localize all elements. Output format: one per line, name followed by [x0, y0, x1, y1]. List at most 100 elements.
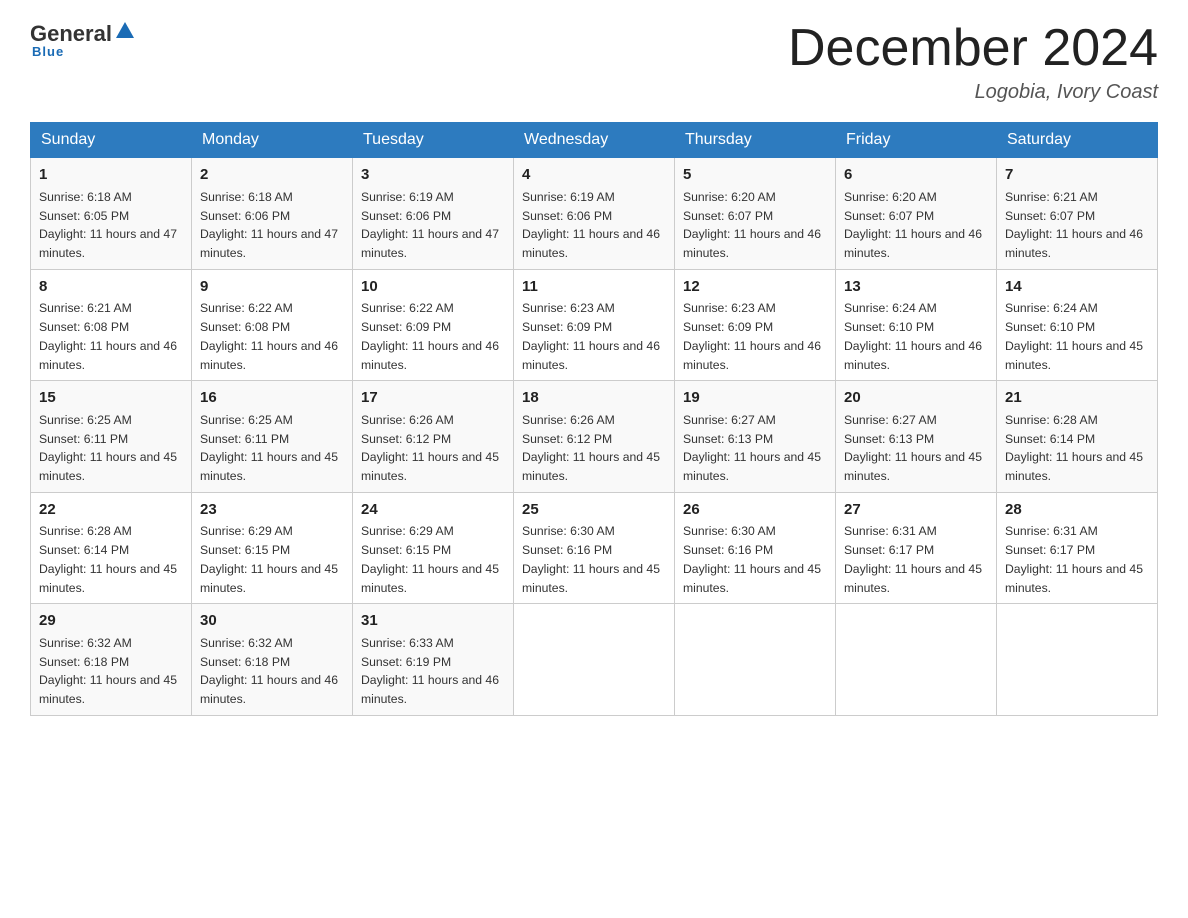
calendar-cell: 6 Sunrise: 6:20 AMSunset: 6:07 PMDayligh…	[836, 158, 997, 270]
day-number: 9	[200, 276, 344, 298]
day-number: 29	[39, 610, 183, 632]
day-info: Sunrise: 6:28 AMSunset: 6:14 PMDaylight:…	[1005, 413, 1143, 483]
calendar-cell: 31 Sunrise: 6:33 AMSunset: 6:19 PMDaylig…	[353, 604, 514, 716]
calendar-cell	[675, 604, 836, 716]
calendar-cell: 21 Sunrise: 6:28 AMSunset: 6:14 PMDaylig…	[997, 381, 1158, 493]
logo: General Blue	[30, 20, 136, 59]
day-info: Sunrise: 6:22 AMSunset: 6:08 PMDaylight:…	[200, 301, 338, 371]
header-saturday: Saturday	[997, 123, 1158, 158]
day-info: Sunrise: 6:21 AMSunset: 6:08 PMDaylight:…	[39, 301, 177, 371]
day-info: Sunrise: 6:24 AMSunset: 6:10 PMDaylight:…	[844, 301, 982, 371]
day-info: Sunrise: 6:28 AMSunset: 6:14 PMDaylight:…	[39, 524, 177, 594]
calendar-cell	[514, 604, 675, 716]
calendar-cell: 2 Sunrise: 6:18 AMSunset: 6:06 PMDayligh…	[192, 158, 353, 270]
day-info: Sunrise: 6:26 AMSunset: 6:12 PMDaylight:…	[361, 413, 499, 483]
day-info: Sunrise: 6:31 AMSunset: 6:17 PMDaylight:…	[1005, 524, 1143, 594]
calendar-cell: 8 Sunrise: 6:21 AMSunset: 6:08 PMDayligh…	[31, 269, 192, 381]
day-number: 7	[1005, 164, 1149, 186]
day-number: 2	[200, 164, 344, 186]
day-info: Sunrise: 6:27 AMSunset: 6:13 PMDaylight:…	[844, 413, 982, 483]
day-number: 31	[361, 610, 505, 632]
day-info: Sunrise: 6:33 AMSunset: 6:19 PMDaylight:…	[361, 636, 499, 706]
calendar-cell: 27 Sunrise: 6:31 AMSunset: 6:17 PMDaylig…	[836, 492, 997, 604]
day-info: Sunrise: 6:30 AMSunset: 6:16 PMDaylight:…	[683, 524, 821, 594]
day-info: Sunrise: 6:32 AMSunset: 6:18 PMDaylight:…	[39, 636, 177, 706]
calendar-cell: 25 Sunrise: 6:30 AMSunset: 6:16 PMDaylig…	[514, 492, 675, 604]
calendar-cell: 13 Sunrise: 6:24 AMSunset: 6:10 PMDaylig…	[836, 269, 997, 381]
calendar-header-row: Sunday Monday Tuesday Wednesday Thursday…	[31, 123, 1158, 158]
logo-triangle-icon	[114, 20, 136, 42]
day-info: Sunrise: 6:29 AMSunset: 6:15 PMDaylight:…	[361, 524, 499, 594]
calendar-cell: 23 Sunrise: 6:29 AMSunset: 6:15 PMDaylig…	[192, 492, 353, 604]
day-number: 26	[683, 499, 827, 521]
calendar-cell	[997, 604, 1158, 716]
calendar-cell: 18 Sunrise: 6:26 AMSunset: 6:12 PMDaylig…	[514, 381, 675, 493]
day-info: Sunrise: 6:23 AMSunset: 6:09 PMDaylight:…	[683, 301, 821, 371]
title-section: December 2024 Logobia, Ivory Coast	[788, 20, 1158, 104]
location: Logobia, Ivory Coast	[788, 81, 1158, 104]
logo-blue-text: Blue	[30, 44, 64, 59]
day-info: Sunrise: 6:27 AMSunset: 6:13 PMDaylight:…	[683, 413, 821, 483]
calendar-cell: 9 Sunrise: 6:22 AMSunset: 6:08 PMDayligh…	[192, 269, 353, 381]
day-number: 12	[683, 276, 827, 298]
header-tuesday: Tuesday	[353, 123, 514, 158]
calendar-week-row: 15 Sunrise: 6:25 AMSunset: 6:11 PMDaylig…	[31, 381, 1158, 493]
day-number: 24	[361, 499, 505, 521]
header-thursday: Thursday	[675, 123, 836, 158]
day-number: 22	[39, 499, 183, 521]
calendar-cell: 11 Sunrise: 6:23 AMSunset: 6:09 PMDaylig…	[514, 269, 675, 381]
header-wednesday: Wednesday	[514, 123, 675, 158]
calendar-cell: 4 Sunrise: 6:19 AMSunset: 6:06 PMDayligh…	[514, 158, 675, 270]
calendar-cell: 10 Sunrise: 6:22 AMSunset: 6:09 PMDaylig…	[353, 269, 514, 381]
header-sunday: Sunday	[31, 123, 192, 158]
day-info: Sunrise: 6:21 AMSunset: 6:07 PMDaylight:…	[1005, 190, 1143, 260]
calendar-week-row: 22 Sunrise: 6:28 AMSunset: 6:14 PMDaylig…	[31, 492, 1158, 604]
day-number: 20	[844, 387, 988, 409]
day-info: Sunrise: 6:31 AMSunset: 6:17 PMDaylight:…	[844, 524, 982, 594]
day-number: 30	[200, 610, 344, 632]
calendar-cell: 7 Sunrise: 6:21 AMSunset: 6:07 PMDayligh…	[997, 158, 1158, 270]
calendar-cell: 3 Sunrise: 6:19 AMSunset: 6:06 PMDayligh…	[353, 158, 514, 270]
day-number: 4	[522, 164, 666, 186]
day-number: 25	[522, 499, 666, 521]
calendar-week-row: 1 Sunrise: 6:18 AMSunset: 6:05 PMDayligh…	[31, 158, 1158, 270]
day-info: Sunrise: 6:26 AMSunset: 6:12 PMDaylight:…	[522, 413, 660, 483]
day-number: 16	[200, 387, 344, 409]
day-number: 21	[1005, 387, 1149, 409]
calendar-cell: 15 Sunrise: 6:25 AMSunset: 6:11 PMDaylig…	[31, 381, 192, 493]
day-info: Sunrise: 6:29 AMSunset: 6:15 PMDaylight:…	[200, 524, 338, 594]
calendar-cell: 16 Sunrise: 6:25 AMSunset: 6:11 PMDaylig…	[192, 381, 353, 493]
calendar-cell: 28 Sunrise: 6:31 AMSunset: 6:17 PMDaylig…	[997, 492, 1158, 604]
day-number: 14	[1005, 276, 1149, 298]
day-number: 19	[683, 387, 827, 409]
calendar-cell: 30 Sunrise: 6:32 AMSunset: 6:18 PMDaylig…	[192, 604, 353, 716]
day-number: 11	[522, 276, 666, 298]
calendar-week-row: 29 Sunrise: 6:32 AMSunset: 6:18 PMDaylig…	[31, 604, 1158, 716]
day-number: 13	[844, 276, 988, 298]
day-info: Sunrise: 6:24 AMSunset: 6:10 PMDaylight:…	[1005, 301, 1143, 371]
day-info: Sunrise: 6:20 AMSunset: 6:07 PMDaylight:…	[844, 190, 982, 260]
day-info: Sunrise: 6:25 AMSunset: 6:11 PMDaylight:…	[39, 413, 177, 483]
page-header: General Blue December 2024 Logobia, Ivor…	[30, 20, 1158, 104]
calendar-cell: 19 Sunrise: 6:27 AMSunset: 6:13 PMDaylig…	[675, 381, 836, 493]
header-friday: Friday	[836, 123, 997, 158]
calendar-cell: 29 Sunrise: 6:32 AMSunset: 6:18 PMDaylig…	[31, 604, 192, 716]
day-number: 5	[683, 164, 827, 186]
day-number: 6	[844, 164, 988, 186]
day-info: Sunrise: 6:18 AMSunset: 6:06 PMDaylight:…	[200, 190, 338, 260]
day-number: 8	[39, 276, 183, 298]
calendar-cell: 26 Sunrise: 6:30 AMSunset: 6:16 PMDaylig…	[675, 492, 836, 604]
day-number: 1	[39, 164, 183, 186]
calendar-cell: 24 Sunrise: 6:29 AMSunset: 6:15 PMDaylig…	[353, 492, 514, 604]
day-info: Sunrise: 6:20 AMSunset: 6:07 PMDaylight:…	[683, 190, 821, 260]
day-number: 28	[1005, 499, 1149, 521]
calendar-cell: 22 Sunrise: 6:28 AMSunset: 6:14 PMDaylig…	[31, 492, 192, 604]
day-number: 23	[200, 499, 344, 521]
calendar-cell	[836, 604, 997, 716]
calendar-cell: 1 Sunrise: 6:18 AMSunset: 6:05 PMDayligh…	[31, 158, 192, 270]
day-info: Sunrise: 6:18 AMSunset: 6:05 PMDaylight:…	[39, 190, 177, 260]
calendar-table: Sunday Monday Tuesday Wednesday Thursday…	[30, 122, 1158, 716]
month-title: December 2024	[788, 20, 1158, 77]
calendar-cell: 14 Sunrise: 6:24 AMSunset: 6:10 PMDaylig…	[997, 269, 1158, 381]
calendar-week-row: 8 Sunrise: 6:21 AMSunset: 6:08 PMDayligh…	[31, 269, 1158, 381]
